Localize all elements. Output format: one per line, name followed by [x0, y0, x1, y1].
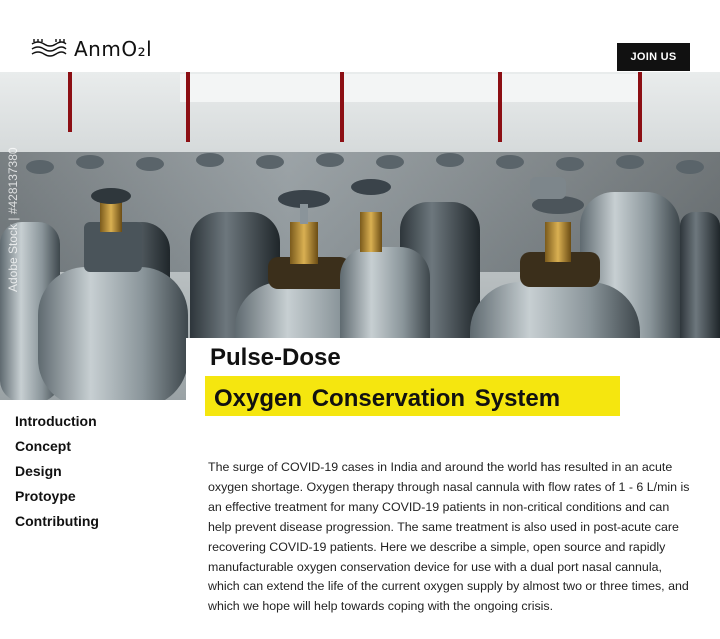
- stock-watermark: Adobe Stock | #428137380: [6, 147, 20, 292]
- section-nav: Introduction Concept Design Protoype Con…: [0, 400, 186, 639]
- logo-text: AnmO₂l: [74, 37, 153, 61]
- page-title: Pulse-Dose: [210, 344, 341, 371]
- nav-item-introduction[interactable]: Introduction: [15, 413, 97, 429]
- nav-item-prototype[interactable]: Protoype: [15, 488, 76, 504]
- intro-paragraph: The surge of COVID-19 cases in India and…: [208, 460, 690, 614]
- site-header: AnmO₂l JOIN US: [0, 0, 720, 72]
- logo[interactable]: AnmO₂l: [30, 36, 152, 62]
- page-subtitle: Oxygen Conservation System: [214, 385, 561, 412]
- nav-item-design[interactable]: Design: [15, 463, 62, 479]
- lungs-logo-icon: [31, 39, 67, 57]
- nav-item-concept[interactable]: Concept: [15, 438, 71, 454]
- join-us-button[interactable]: JOIN US: [617, 43, 690, 71]
- nav-item-contributing[interactable]: Contributing: [15, 513, 99, 529]
